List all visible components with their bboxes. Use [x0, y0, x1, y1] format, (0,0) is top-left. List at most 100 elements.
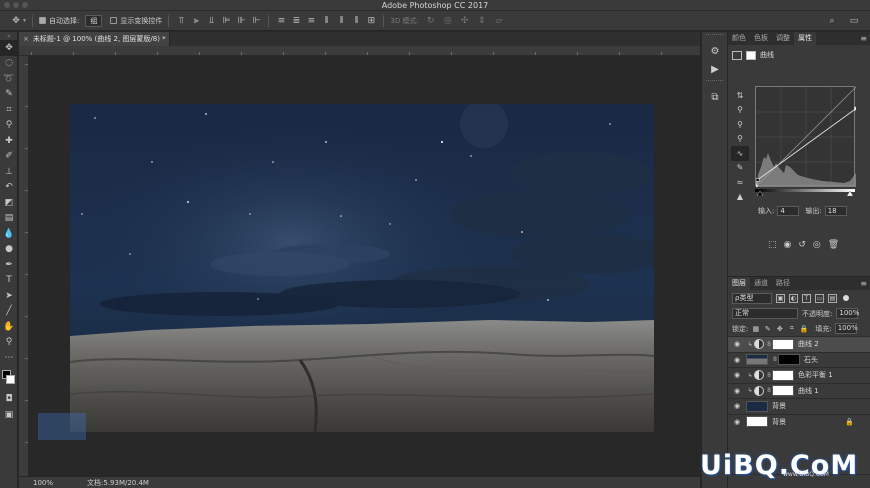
eye-icon[interactable]: ◉ [728, 356, 746, 364]
auto-select-checkbox[interactable]: 自动选择: [39, 11, 79, 31]
gradient-tool-icon[interactable]: ▤ [0, 211, 18, 227]
layer-row-rock[interactable]: ◉ 8 石头 [728, 351, 870, 368]
distribute-hcenter-icon[interactable]: ⦀ [335, 15, 347, 27]
eye-icon[interactable]: ◉ [728, 340, 746, 348]
black-point-eyedropper-icon[interactable]: ⚲ [731, 103, 749, 118]
document-tab[interactable]: × 未标题-1 @ 100% (曲线 2, 图层蒙版/8) * [19, 32, 170, 46]
filter-toggle-icon[interactable] [843, 295, 849, 301]
blur-tool-icon[interactable]: 💧 [0, 226, 18, 242]
3d-rotate-icon[interactable]: ↻ [425, 15, 437, 27]
path-select-tool-icon[interactable]: ➤ [0, 288, 18, 304]
type-tool-icon[interactable]: T [0, 273, 18, 289]
filter-kind-dropdown[interactable]: ρ类型 [732, 292, 772, 304]
layer-thumbnail[interactable] [746, 354, 768, 366]
tab-layers[interactable]: 图层 [728, 277, 750, 290]
move-tool-preset[interactable]: ✥ ▾ [0, 11, 26, 31]
curve-control-point[interactable] [756, 185, 758, 188]
hand-tool-icon[interactable]: ✋ [0, 319, 18, 335]
search-icon[interactable]: ⌕ [826, 15, 838, 27]
zoom-level[interactable]: 100% [19, 479, 59, 487]
layer-mask-icon[interactable] [746, 50, 756, 60]
distribute-left-icon[interactable]: ⦀ [320, 15, 332, 27]
target-adjust-icon[interactable]: ⇅ [731, 88, 749, 103]
trash-icon[interactable]: 🗑 [828, 240, 839, 250]
color-swatches[interactable] [0, 366, 17, 392]
brush-tool-icon[interactable]: ✐ [0, 149, 18, 165]
curve-control-point[interactable] [854, 106, 857, 111]
visibility-icon[interactable]: ◎ [813, 240, 821, 250]
layer-mask-thumbnail[interactable] [772, 385, 794, 397]
dodge-tool-icon[interactable]: ● [0, 242, 18, 258]
zoom-tool-icon[interactable]: ⚲ [0, 335, 18, 351]
layer-name[interactable]: 曲线 1 [798, 386, 819, 396]
fill-field[interactable]: 100% [834, 323, 858, 334]
gray-point-eyedropper-icon[interactable]: ⚲ [731, 117, 749, 132]
lock-artboard-icon[interactable]: ⌗ [787, 324, 796, 333]
distribute-bottom-icon[interactable]: ≡ [305, 15, 317, 27]
output-field[interactable]: 18 [824, 206, 847, 216]
screen-mode-icon[interactable]: ▣ [0, 407, 18, 423]
layer-thumbnail[interactable] [746, 400, 768, 412]
lock-position-icon[interactable]: ✥ [775, 325, 784, 333]
quick-mask-icon[interactable]: ◘ [0, 392, 18, 408]
auto-align-icon[interactable]: ⊞ [365, 15, 377, 27]
collapse-toolbar-icon[interactable]: » [0, 32, 18, 40]
brush-panel-icon[interactable]: ⧉ [702, 88, 728, 106]
blend-mode-dropdown[interactable]: 正常 [732, 308, 798, 319]
layers-menu-icon[interactable]: ≡ [860, 277, 867, 290]
layer-thumbnail[interactable] [746, 416, 768, 428]
tab-paths[interactable]: 路径 [772, 277, 794, 290]
layer-row-curves-1[interactable]: ◉ ↳ 8 曲线 1 [728, 382, 870, 399]
distribute-right-icon[interactable]: ⦀ [350, 15, 362, 27]
marquee-tool-icon[interactable]: ◌ [0, 56, 18, 72]
layer-mask-thumbnail[interactable] [772, 338, 794, 350]
background-color[interactable] [6, 374, 15, 384]
opacity-field[interactable]: 100% [836, 308, 859, 319]
eye-icon[interactable]: ◉ [728, 418, 746, 426]
curve-sliders[interactable] [755, 188, 855, 197]
eye-icon[interactable]: ◉ [728, 371, 746, 379]
actions-panel-icon[interactable]: ▶ [702, 60, 728, 78]
eyedropper-tool-icon[interactable]: ⚲ [0, 118, 18, 134]
clone-stamp-tool-icon[interactable]: ⊥ [0, 164, 18, 180]
reset-icon[interactable]: ↺ [798, 240, 806, 250]
filter-pixel-icon[interactable]: ▣ [776, 293, 785, 303]
align-left-icon[interactable]: ⊫ [220, 15, 232, 27]
crop-tool-icon[interactable]: ⌗ [0, 102, 18, 118]
eye-icon[interactable]: ◉ [728, 402, 746, 410]
show-transform-checkbox[interactable]: 显示变换控件 [110, 11, 162, 31]
canvas[interactable] [70, 104, 654, 432]
quick-select-tool-icon[interactable]: ✎ [0, 87, 18, 103]
more-tools-icon[interactable]: ⋯ [0, 350, 18, 366]
layer-name[interactable]: 色彩平衡 1 [798, 370, 833, 380]
close-tab-icon[interactable]: × [23, 35, 29, 43]
filter-type-icon[interactable]: T [802, 293, 811, 303]
history-panel-icon[interactable]: ⚙ [702, 42, 728, 60]
layer-name[interactable]: 曲线 2 [798, 339, 819, 349]
input-field[interactable]: 4 [777, 206, 800, 216]
history-brush-tool-icon[interactable]: ↶ [0, 180, 18, 196]
layer-mask-thumbnail[interactable] [772, 369, 794, 381]
align-bottom-icon[interactable]: ⫫ [205, 15, 217, 27]
layer-name[interactable]: 石头 [804, 355, 818, 365]
layer-name[interactable]: 背景 [772, 417, 786, 427]
3d-roll-icon[interactable]: ◎ [442, 15, 454, 27]
lock-transparent-icon[interactable]: ▦ [751, 325, 760, 333]
distribute-top-icon[interactable]: ≡ [275, 15, 287, 27]
document-workspace[interactable] [30, 57, 700, 476]
align-right-icon[interactable]: ⊩ [250, 15, 262, 27]
align-vcenter-icon[interactable]: ⫸ [190, 15, 202, 27]
lasso-tool-icon[interactable]: ➰ [0, 71, 18, 87]
layer-row-sky[interactable]: ◉ 背景 [728, 398, 870, 414]
workspace-icon[interactable]: ▭ [848, 15, 860, 27]
3d-drag-icon[interactable]: ✣ [459, 15, 471, 27]
healing-brush-tool-icon[interactable]: ✚ [0, 133, 18, 149]
pen-tool-icon[interactable]: ✒ [0, 257, 18, 273]
smooth-curve-icon[interactable]: ≈ [731, 175, 749, 190]
auto-select-dropdown[interactable]: 组 [85, 14, 103, 27]
curve-graph[interactable] [755, 86, 857, 188]
filter-shape-icon[interactable]: ▭ [815, 293, 824, 303]
view-previous-icon[interactable]: ◉ [784, 240, 792, 250]
tab-channels[interactable]: 通道 [750, 277, 772, 290]
3d-slide-icon[interactable]: ⇕ [476, 15, 488, 27]
